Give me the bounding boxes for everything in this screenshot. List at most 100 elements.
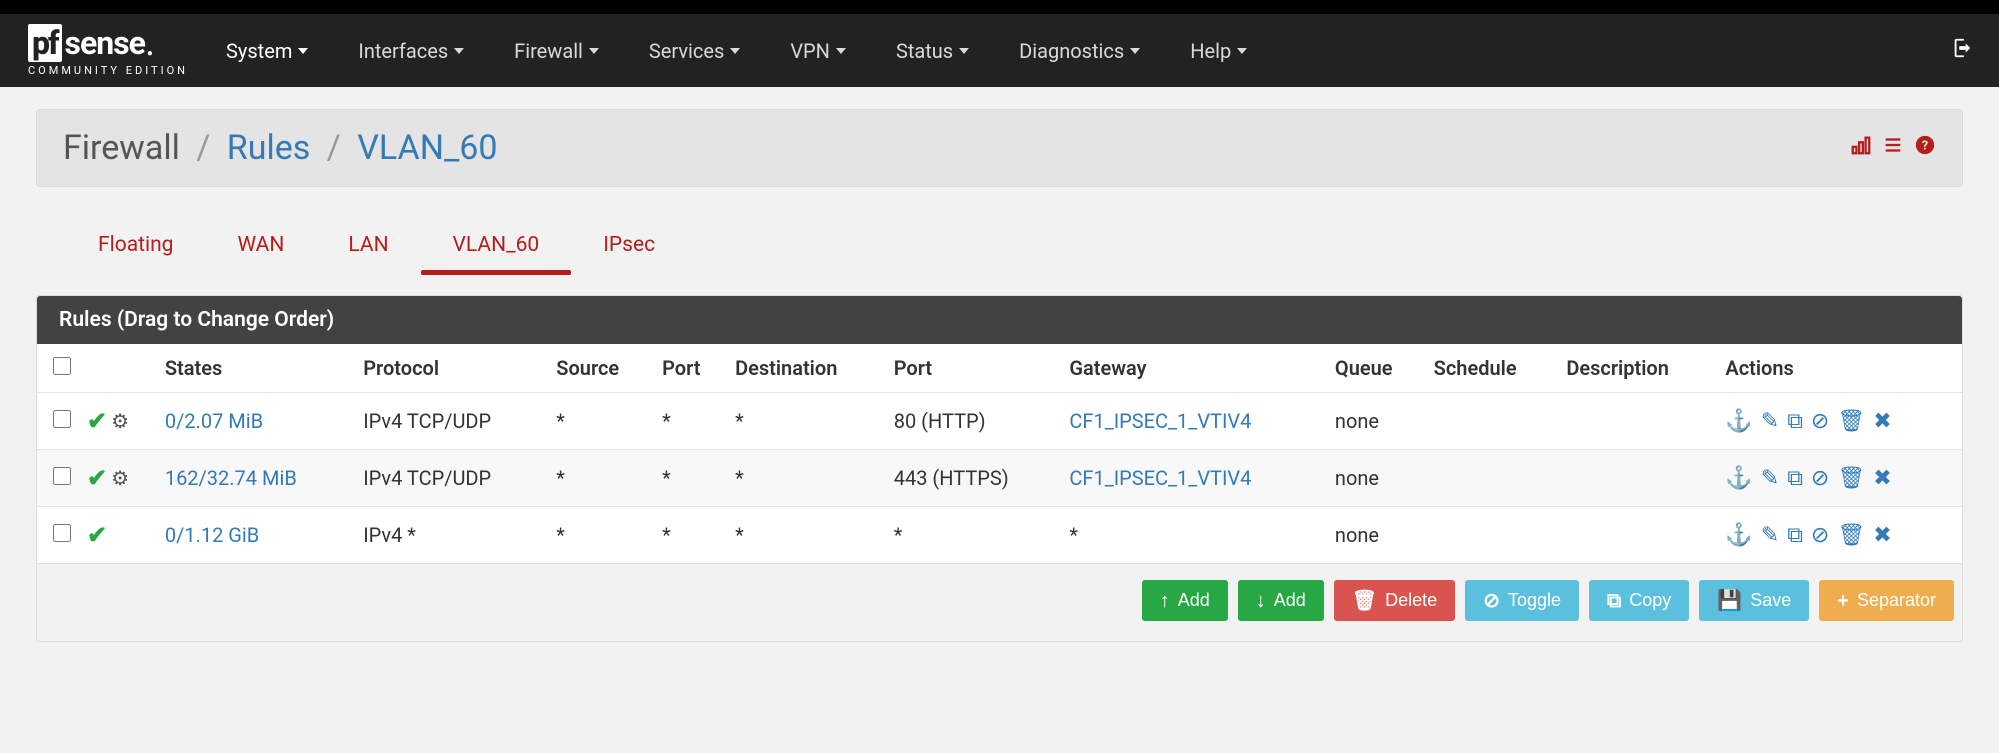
help-icon[interactable]: ?: [1914, 134, 1936, 162]
nav-label: Firewall: [514, 39, 583, 63]
disable-icon[interactable]: ⊘: [1811, 409, 1829, 434]
logout-icon[interactable]: [1951, 37, 1973, 65]
edit-icon[interactable]: ✎: [1761, 409, 1779, 434]
gateway-link[interactable]: CF1_IPSEC_1_VTIV4: [1069, 466, 1251, 490]
states-link[interactable]: 0/2.07 MiB: [165, 409, 263, 433]
pass-icon: ✔: [87, 407, 107, 435]
ban-icon: ⊘: [1483, 591, 1500, 611]
queue-cell: none: [1327, 450, 1426, 507]
copy-icon[interactable]: ⧉: [1787, 523, 1803, 548]
close-icon[interactable]: ✖: [1873, 409, 1891, 434]
schedule-cell: [1426, 393, 1559, 450]
rules-panel: Rules (Drag to Change Order) States Prot…: [36, 295, 1963, 642]
col-protocol: Protocol: [355, 344, 548, 393]
nav-label: Status: [896, 39, 953, 63]
description-cell: [1558, 393, 1717, 450]
dport-cell: *: [886, 507, 1062, 564]
description-cell: [1558, 450, 1717, 507]
status-log-icon[interactable]: [1850, 134, 1872, 162]
states-link[interactable]: 162/32.74 MiB: [165, 466, 297, 490]
tab-ipsec[interactable]: IPsec: [571, 223, 687, 273]
btn-label: Separator: [1857, 590, 1936, 611]
nav-services[interactable]: Services: [649, 39, 740, 63]
breadcrumb-level2-link[interactable]: Rules: [227, 128, 311, 168]
source-cell: *: [548, 450, 654, 507]
protocol-cell: IPv4 TCP/UDP: [355, 450, 548, 507]
row-checkbox[interactable]: [53, 467, 71, 485]
close-icon[interactable]: ✖: [1873, 523, 1891, 548]
source-cell: *: [548, 507, 654, 564]
nav-firewall[interactable]: Firewall: [514, 39, 599, 63]
add-top-button[interactable]: ↑Add: [1142, 580, 1228, 621]
gear-icon[interactable]: ⚙: [111, 466, 129, 490]
close-icon[interactable]: ✖: [1873, 466, 1891, 491]
delete-icon[interactable]: 🗑: [1837, 466, 1865, 491]
add-bottom-button[interactable]: ↓Add: [1238, 580, 1324, 621]
gateway-link[interactable]: CF1_IPSEC_1_VTIV4: [1069, 409, 1251, 433]
svg-text:?: ?: [1922, 139, 1928, 154]
toggle-button[interactable]: ⊘Toggle: [1465, 580, 1579, 621]
save-icon: 💾: [1717, 591, 1742, 611]
copy-button[interactable]: ⧉Copy: [1589, 580, 1689, 621]
nav-system[interactable]: System: [226, 39, 308, 63]
table-row[interactable]: ✔⚙162/32.74 MiBIPv4 TCP/UDP***443 (HTTPS…: [37, 450, 1962, 507]
panel-title: Rules (Drag to Change Order): [37, 296, 1962, 344]
protocol-cell: IPv4 *: [355, 507, 548, 564]
delete-icon[interactable]: 🗑: [1837, 523, 1865, 548]
breadcrumb-level1: Firewall: [63, 128, 180, 168]
logo-sense: sense: [65, 24, 145, 62]
btn-label: Add: [1274, 590, 1306, 611]
copy-icon[interactable]: ⧉: [1787, 409, 1803, 434]
table-row[interactable]: ✔0/1.12 GiBIPv4 ******none⚓✎⧉⊘🗑✖: [37, 507, 1962, 564]
disable-icon[interactable]: ⊘: [1811, 466, 1829, 491]
tab-vlan60[interactable]: VLAN_60: [421, 223, 572, 273]
states-link[interactable]: 0/1.12 GiB: [165, 523, 259, 547]
sport-cell: *: [654, 507, 727, 564]
btn-label: Save: [1750, 590, 1791, 611]
delete-button[interactable]: 🗑Delete: [1334, 580, 1455, 621]
plus-icon: +: [1837, 591, 1849, 611]
separator-button[interactable]: + Separator: [1819, 580, 1954, 621]
breadcrumb-separator: /: [196, 128, 210, 168]
save-button[interactable]: 💾 Save: [1699, 580, 1809, 621]
anchor-icon[interactable]: ⚓: [1725, 466, 1752, 491]
tab-wan[interactable]: WAN: [205, 223, 316, 273]
delete-icon[interactable]: 🗑: [1837, 409, 1865, 434]
select-all-checkbox[interactable]: [53, 357, 71, 375]
caret-down-icon: [959, 48, 969, 54]
nav-diagnostics[interactable]: Diagnostics: [1019, 39, 1140, 63]
nav-label: Help: [1190, 39, 1231, 63]
table-row[interactable]: ✔⚙0/2.07 MiBIPv4 TCP/UDP***80 (HTTP)CF1_…: [37, 393, 1962, 450]
pass-icon: ✔: [87, 521, 107, 549]
nav-vpn[interactable]: VPN: [790, 39, 846, 63]
nav-label: Interfaces: [358, 39, 448, 63]
copy-icon[interactable]: ⧉: [1787, 466, 1803, 491]
nav-help[interactable]: Help: [1190, 39, 1247, 63]
queue-cell: none: [1327, 393, 1426, 450]
gear-icon[interactable]: ⚙: [111, 409, 129, 433]
row-checkbox[interactable]: [53, 524, 71, 542]
disable-icon[interactable]: ⊘: [1811, 523, 1829, 548]
nav-status[interactable]: Status: [896, 39, 969, 63]
tab-lan[interactable]: LAN: [316, 223, 420, 273]
anchor-icon[interactable]: ⚓: [1725, 409, 1752, 434]
anchor-icon[interactable]: ⚓: [1725, 523, 1752, 548]
list-icon[interactable]: [1882, 134, 1904, 162]
nav-interfaces[interactable]: Interfaces: [358, 39, 464, 63]
col-dport: Port: [886, 344, 1062, 393]
btn-label: Copy: [1629, 590, 1671, 611]
tab-floating[interactable]: Floating: [66, 223, 205, 273]
logo-pf: pf: [28, 24, 62, 62]
breadcrumb-level3-link[interactable]: VLAN_60: [357, 128, 497, 168]
edit-icon[interactable]: ✎: [1761, 466, 1779, 491]
description-cell: [1558, 507, 1717, 564]
col-states: States: [157, 344, 355, 393]
nav-menu: System Interfaces Firewall Services VPN …: [226, 39, 1951, 63]
col-description: Description: [1558, 344, 1717, 393]
breadcrumb-panel: Firewall / Rules / VLAN_60 ?: [36, 109, 1963, 187]
pfsense-logo[interactable]: pf sense ● COMMUNITY EDITION: [28, 24, 188, 77]
main-navbar: pf sense ● COMMUNITY EDITION System Inte…: [0, 14, 1999, 87]
row-checkbox[interactable]: [53, 410, 71, 428]
col-destination: Destination: [727, 344, 886, 393]
edit-icon[interactable]: ✎: [1761, 523, 1779, 548]
